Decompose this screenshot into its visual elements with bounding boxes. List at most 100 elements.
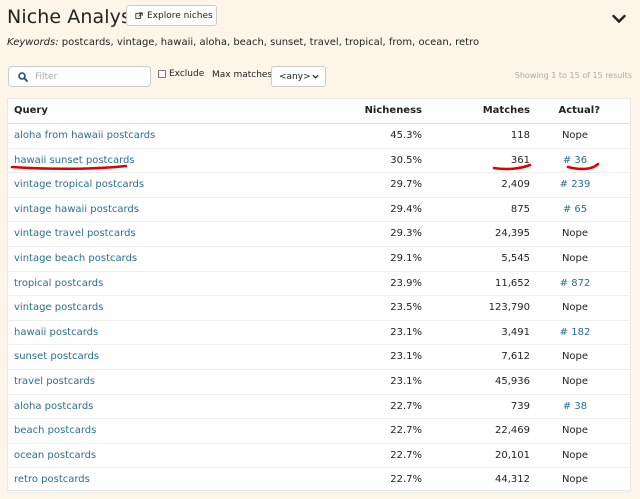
results-table: Query Nicheness Matches Actual? aloha fr… (7, 98, 631, 493)
explore-niches-label: Explore niches (147, 10, 213, 21)
table-header: Query Nicheness Matches Actual? (8, 99, 630, 124)
matches-value: 22,469 (495, 425, 530, 437)
nicheness-value: 23.9% (390, 277, 422, 289)
query-link[interactable]: hawaii postcards (14, 327, 98, 338)
max-matches-select[interactable]: <any> (271, 66, 326, 87)
matches-value: 45,936 (495, 375, 530, 387)
filter-bar: Exclude Max matches <any> Showing 1 to 1… (8, 66, 640, 87)
query-link[interactable]: retro postcards (14, 474, 90, 485)
matches-value: 118 (510, 130, 530, 141)
query-link[interactable]: vintage beach postcards (14, 253, 137, 264)
matches-value: 5,545 (501, 252, 530, 264)
nicheness-value: 23.1% (390, 326, 422, 338)
nicheness-value: 29.4% (390, 203, 422, 215)
nicheness-value: 45.3% (390, 130, 422, 141)
table-row: aloha postcards 22.7% 739 # 38 (8, 395, 630, 420)
nicheness-value: 22.7% (390, 400, 422, 412)
exclude-checkbox[interactable] (158, 70, 166, 78)
nicheness-value: 22.7% (390, 474, 422, 486)
actual-rank-link[interactable]: # 65 (555, 204, 595, 215)
query-link[interactable]: sunset postcards (14, 351, 99, 362)
matches-value: 11,652 (495, 277, 530, 289)
query-link[interactable]: vintage tropical postcards (14, 179, 144, 190)
query-link[interactable]: tropical postcards (14, 278, 103, 289)
explore-niches-button[interactable]: Explore niches (126, 5, 217, 26)
query-link[interactable]: vintage postcards (14, 302, 103, 313)
table-row: beach postcards 22.7% 22,469 Nope (8, 419, 630, 444)
nicheness-value: 23.5% (390, 302, 422, 314)
actual-value: Nope (561, 130, 589, 141)
matches-value: 875 (510, 203, 530, 215)
table-row: ocean postcards 22.7% 20,101 Nope (8, 444, 630, 469)
table-row: vintage hawaii postcards 29.4% 875 # 65 (8, 198, 630, 223)
nicheness-value: 22.7% (390, 449, 422, 461)
matches-value: 7,612 (501, 351, 530, 363)
actual-rank-link[interactable]: # 182 (555, 327, 595, 338)
actual-value: Nope (561, 302, 589, 314)
actual-value: Nope (561, 228, 589, 240)
column-header-query[interactable]: Query (14, 105, 48, 116)
actual-rank-link[interactable]: # 38 (555, 401, 595, 412)
nicheness-value: 30.5% (390, 154, 422, 166)
query-link[interactable]: vintage travel postcards (14, 228, 136, 239)
table-row: aloha from hawaii postcards 45.3% 118 Nope (8, 124, 630, 149)
column-header-matches[interactable]: Matches (483, 105, 530, 116)
query-link[interactable]: aloha postcards (14, 401, 93, 412)
chevron-down-icon (312, 74, 319, 79)
actual-rank-link[interactable]: # 36 (555, 155, 595, 166)
query-link[interactable]: beach postcards (14, 425, 96, 436)
query-link[interactable]: hawaii sunset postcards (14, 155, 135, 166)
keywords-value: postcards, vintage, hawaii, aloha, beach… (58, 37, 480, 48)
table-row: vintage postcards 23.5% 123,790 Nope (8, 296, 630, 321)
query-link[interactable]: vintage hawaii postcards (14, 204, 139, 215)
query-link[interactable]: aloha from hawaii postcards (14, 130, 155, 141)
table-row: vintage tropical postcards 29.7% 2,409 # 23… (8, 173, 630, 198)
nicheness-value: 29.1% (390, 252, 422, 264)
page-header: Niche Analysis Explore niches (7, 4, 640, 32)
nicheness-value: 23.1% (390, 351, 422, 363)
table-row: tropical postcards 23.9% 11,652 # 872 (8, 272, 630, 297)
table-row: hawaii sunset postcards 30.5% 361 # 36 (8, 149, 630, 174)
filter-box[interactable] (8, 66, 151, 87)
keywords-line: Keywords: postcards, vintage, hawaii, al… (7, 37, 479, 48)
keywords-label: Keywords: (7, 37, 59, 48)
matches-value: 20,101 (495, 449, 530, 461)
matches-value: 3,491 (501, 326, 530, 338)
actual-value: Nope (561, 375, 589, 387)
matches-value: 24,395 (495, 228, 530, 240)
column-header-nicheness[interactable]: Nicheness (365, 105, 422, 116)
matches-value: 739 (510, 400, 530, 412)
table-row: sunset postcards 23.1% 7,612 Nope (8, 345, 630, 370)
results-count: Showing 1 to 15 of 15 results (514, 71, 632, 80)
table-body: aloha from hawaii postcards 45.3% 118 Nope h… (8, 124, 630, 493)
max-matches-value: <any> (279, 71, 311, 82)
chevron-down-icon[interactable] (612, 14, 626, 24)
actual-value: Nope (561, 252, 589, 264)
nicheness-value: 23.1% (390, 375, 422, 387)
actual-value: Nope (561, 449, 589, 461)
matches-value: 44,312 (495, 474, 530, 486)
table-row: travel postcards 23.1% 45,936 Nope (8, 370, 630, 395)
actual-rank-link[interactable]: # 239 (555, 179, 595, 190)
external-link-icon (135, 11, 143, 19)
nicheness-value: 22.7% (390, 425, 422, 437)
nicheness-value: 29.3% (390, 228, 422, 240)
exclude-label: Exclude (169, 69, 205, 79)
query-link[interactable]: travel postcards (14, 376, 95, 387)
nicheness-value: 29.7% (390, 179, 422, 191)
max-matches-label: Max matches (212, 70, 273, 80)
exclude-toggle[interactable]: Exclude (158, 69, 204, 79)
search-icon (18, 72, 28, 82)
filter-input[interactable] (35, 70, 145, 84)
column-header-actual[interactable]: Actual? (558, 105, 600, 116)
matches-value: 2,409 (501, 179, 530, 191)
actual-rank-link[interactable]: # 872 (555, 278, 595, 289)
table-row: vintage beach postcards 29.1% 5,545 Nope (8, 247, 630, 272)
actual-value: Nope (561, 351, 589, 363)
table-row: hawaii postcards 23.1% 3,491 # 182 (8, 321, 630, 346)
matches-value: 361 (510, 154, 530, 166)
query-link[interactable]: ocean postcards (14, 450, 96, 461)
actual-value: Nope (561, 425, 589, 437)
table-row: vintage travel postcards 29.3% 24,395 Nope (8, 222, 630, 247)
actual-value: Nope (561, 474, 589, 486)
